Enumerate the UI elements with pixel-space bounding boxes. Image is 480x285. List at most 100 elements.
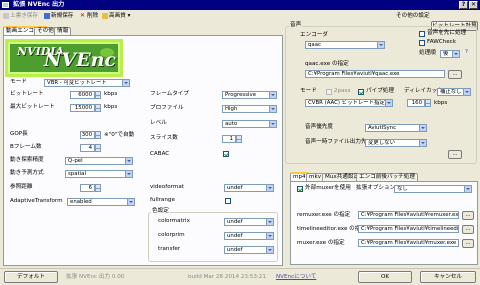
profile-select[interactable]: High — [222, 105, 277, 113]
muxer-path-input[interactable]: C:¥Program Files¥aviutl¥muxer.exe — [358, 239, 459, 247]
ref-label: 参照距離 — [10, 184, 33, 190]
adaptive-transform-select[interactable]: enabled — [67, 198, 135, 206]
bitrate-spinner[interactable] — [95, 91, 101, 99]
timelineeditor-path-input[interactable]: C:¥Program Files¥aviutl¥timelineeditor.e… — [358, 225, 459, 233]
app-icon — [2, 2, 9, 8]
timelineeditor-label: timelineeditor.exe の指定 — [297, 226, 366, 232]
max-bitrate-unit: kbps — [104, 104, 118, 110]
delay-cut-select[interactable]: 補正なし — [437, 88, 471, 96]
fawcheck-checkbox[interactable] — [419, 40, 425, 46]
other-settings-button[interactable]: その他の設定 — [396, 11, 430, 21]
ext-option-label: 拡張オプション — [356, 185, 396, 191]
gop-spinner[interactable] — [95, 131, 101, 139]
audio-tempdir-select[interactable]: 変更しない — [365, 139, 427, 147]
slices-input[interactable]: 1 — [222, 135, 236, 143]
audio-first-checkbox[interactable] — [419, 31, 425, 37]
fawcheck-label: FAWCheck — [427, 39, 456, 45]
toolbar: 上書き保存 新規保存 ✕ 削除 高画質 ▾ その他の設定 ビットレート計算機 — [0, 10, 480, 31]
bitrate-unit: kbps — [104, 91, 118, 97]
bitrate-label: ビットレート — [10, 91, 44, 97]
help-button[interactable]: ? — [459, 1, 468, 9]
title-bar[interactable]: 拡張 NVEnc 出力 ? ✕ — [0, 0, 480, 10]
max-bitrate-label: 最大ビットレート — [10, 104, 55, 110]
audio-exe-path-input[interactable]: C:¥Program Files¥aviutl¥qaac.exe — [305, 70, 445, 78]
order-select[interactable]: 後 — [440, 50, 460, 58]
nvenc-logo: NVIDIA NVEnc — [5, 39, 123, 77]
muxer-browse-button[interactable]: ... — [462, 239, 474, 248]
main-window: 拡張 NVEnc 出力 ? ✕ 上書き保存 新規保存 ✕ 削除 高画質 ▾ その他… — [0, 0, 480, 285]
audio-encoder-select[interactable]: qaac — [305, 41, 385, 49]
mode-label: モード — [10, 79, 27, 85]
close-button[interactable]: ✕ — [469, 1, 478, 9]
external-muxer-checkbox[interactable] — [297, 186, 303, 192]
cabac-checkbox[interactable] — [223, 151, 229, 157]
pipe-label: パイプ処理 — [366, 88, 394, 94]
new-save-button[interactable]: 新規保存 — [44, 11, 73, 21]
audio-bitrate-input[interactable]: 160 — [407, 99, 425, 107]
bitrate-input[interactable]: 6000 — [70, 91, 95, 99]
bframes-spinner[interactable] — [95, 144, 101, 152]
default-button[interactable]: デフォルト — [4, 271, 58, 283]
window-title: 拡張 NVEnc 出力 — [13, 1, 65, 8]
audio-exe-browse-button[interactable]: ... — [448, 70, 462, 79]
mvpred-select[interactable]: spatial — [65, 170, 133, 178]
bframes-label: Bフレーム数 — [10, 144, 42, 150]
version-label: 拡張 NVEnc 出力 0.00 — [66, 274, 125, 280]
remuxer-browse-button[interactable]: ... — [462, 211, 474, 220]
audio-bitrate-spinner[interactable] — [425, 99, 431, 107]
color-settings-label: 色設定 — [151, 208, 170, 215]
frametype-select[interactable]: Progressive — [222, 91, 277, 99]
about-nvenc-link[interactable]: NVEncについて — [276, 274, 316, 281]
audio-first-label: 音声を先に処理 — [427, 30, 467, 36]
max-bitrate-input[interactable]: 15000 — [70, 104, 95, 112]
ref-spinner[interactable] — [95, 184, 101, 192]
ext-option-select[interactable]: なし — [394, 185, 472, 193]
transfer-select[interactable]: undef — [224, 246, 274, 254]
adaptive-transform-label: AdaptiveTransform — [10, 198, 63, 204]
cabac-label: CABAC — [150, 151, 170, 157]
colormatrix-select[interactable]: undef — [224, 218, 274, 226]
bframes-input[interactable]: 4 — [80, 144, 95, 152]
pipe-checkbox[interactable] — [358, 89, 364, 95]
transfer-label: transfer — [158, 246, 181, 252]
mode-select[interactable]: VBR - 可変ビットレート — [44, 79, 130, 87]
me-select[interactable]: Q-pel — [65, 157, 133, 165]
muxer-label: muxer.exe の指定 — [297, 240, 345, 246]
preset-icon — [102, 12, 108, 19]
audio-tempdir-browse-button[interactable]: ... — [448, 150, 462, 159]
colorprim-select[interactable]: undef — [224, 232, 274, 240]
gop-label: GOP長 — [10, 131, 28, 137]
timelineeditor-browse-button[interactable]: ... — [462, 225, 474, 234]
main-tab-strip: 動画エンコード その他 情報 — [3, 26, 283, 35]
colorprim-label: colorprim — [158, 232, 185, 238]
overwrite-button[interactable]: 上書き保存 — [3, 11, 38, 21]
twopass-label: 2pass — [334, 88, 351, 94]
ref-input[interactable]: 6 — [80, 184, 95, 192]
audio-bitrate-unit: kbps — [434, 100, 448, 106]
order-label: 処理順 — [419, 50, 436, 56]
fullrange-checkbox[interactable] — [225, 198, 231, 204]
gop-note: ※"0"で自動 — [104, 132, 135, 138]
delete-button[interactable]: ✕ 削除 — [80, 11, 98, 21]
max-bitrate-spinner[interactable] — [95, 104, 101, 112]
videoformat-select[interactable]: undef — [224, 184, 274, 192]
twopass-checkbox[interactable] — [326, 89, 332, 95]
preset-dropdown[interactable]: 高画質 ▾ — [102, 11, 130, 21]
mux-panel — [290, 181, 478, 265]
cancel-button[interactable]: キャンセル — [420, 271, 476, 283]
tab-info[interactable]: 情報 — [54, 27, 72, 35]
build-label: build Mar 28 2014 23:53:21 — [188, 274, 266, 280]
tab-batch[interactable]: エンコ前後バッチ処理 — [356, 173, 418, 181]
audio-priority-select[interactable]: AviutlSync — [365, 124, 427, 132]
gop-input[interactable]: 300 — [80, 131, 95, 139]
frametype-label: フレームタイプ — [150, 91, 189, 97]
ok-button[interactable]: OK — [358, 271, 412, 283]
audio-encoder-label: エンコーダ — [300, 32, 328, 38]
remuxer-path-input[interactable]: C:¥Program Files¥aviutl¥remuxer.exe — [358, 211, 459, 219]
audio-mode-select[interactable]: CVBR (AAC) ビットレート指定 — [305, 99, 393, 107]
help-icon[interactable]: ? — [465, 49, 468, 56]
audio-priority-label: 音声優先度 — [305, 124, 333, 130]
level-select[interactable]: auto — [222, 120, 277, 128]
fullrange-label: fullrange — [150, 197, 175, 203]
slices-spinner[interactable] — [236, 135, 242, 143]
